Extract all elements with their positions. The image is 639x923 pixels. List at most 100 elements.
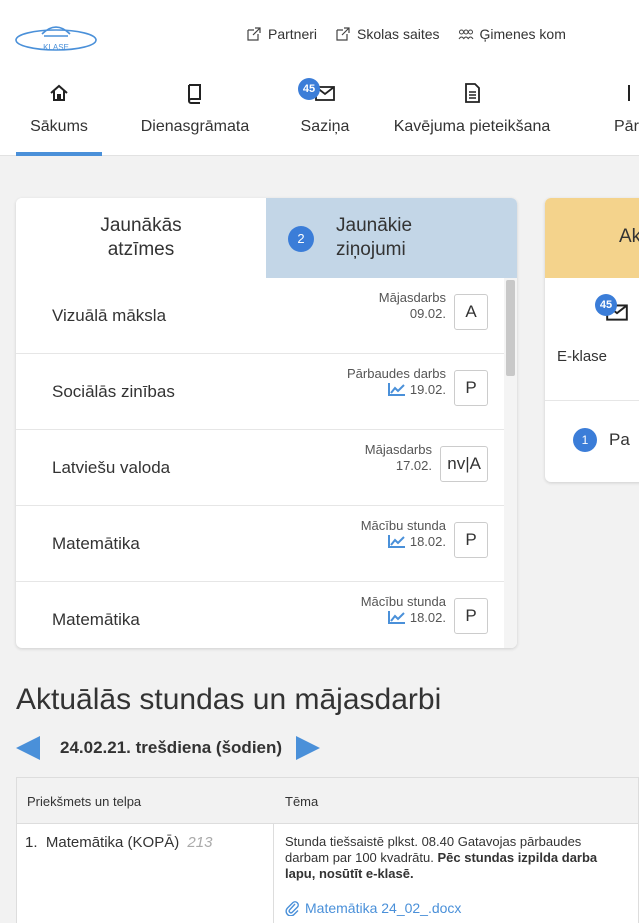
mark-row[interactable]: Vizuālā māksla Mājasdarbs 09.02. A	[16, 278, 504, 354]
svg-text:KLASE: KLASE	[43, 43, 69, 52]
nav-diary[interactable]: Dienasgrāmata	[130, 72, 260, 156]
school-links-link[interactable]: Skolas saites	[335, 26, 440, 42]
mark-date: 18.02.	[409, 610, 446, 625]
family-icon	[458, 29, 473, 40]
mark-grade[interactable]: P	[454, 598, 488, 634]
mark-subject: Matemātika	[52, 534, 140, 553]
attachment-link[interactable]: Matemātika 24_02_.docx	[285, 900, 461, 916]
table-row: 1. Matemātika (KOPĀ) 213 Stunda tiešsais…	[17, 824, 638, 923]
messages-count-badge: 2	[288, 226, 314, 252]
top-links: Partneri Skolas saites Ģimenes kom	[246, 26, 566, 42]
tab-latest-messages[interactable]: 2 Jaunākie ziņojumi	[266, 198, 517, 278]
current-date-label: 24.02.21. trešdiena (šodien)	[60, 738, 283, 757]
mark-meta: Mājasdarbs 09.02.	[379, 290, 446, 322]
main-nav: Sākums Dienasgrāmata 45 Saziņa Kavējuma …	[0, 72, 639, 156]
mark-date: 17.02.	[395, 458, 432, 473]
family-link-label: Ģimenes kom	[479, 26, 566, 42]
mark-row[interactable]: Latviešu valoda Mājasdarbs 17.02. nv|A	[16, 430, 504, 506]
mark-meta: Pārbaudes darbs 19.02.	[347, 366, 446, 398]
eklase-label: E-klase	[557, 348, 608, 365]
next-day-arrow-icon[interactable]	[296, 736, 321, 760]
nav-more-label: Pār	[614, 118, 639, 135]
divider	[545, 400, 639, 401]
mark-date: 09.02.	[409, 306, 446, 321]
trend-chart-icon[interactable]	[387, 610, 406, 624]
partners-link-label: Partneri	[268, 26, 318, 42]
nav-communication-label: Saziņa	[300, 118, 350, 135]
mark-grade[interactable]: P	[454, 370, 488, 406]
document-icon	[465, 83, 480, 103]
unread-badge: 45	[298, 78, 320, 100]
mark-grade[interactable]: A	[454, 294, 488, 330]
date-navigator: 24.02.21. trešdiena (šodien)	[16, 733, 321, 763]
mark-subject: Vizuālā māksla	[52, 306, 167, 325]
mark-subject: Matemātika	[52, 610, 140, 629]
table-header: Priekšmets un telpa Tēma	[17, 778, 638, 824]
paperclip-icon	[285, 901, 299, 916]
mark-grade[interactable]: nv|A	[440, 446, 488, 482]
external-link-icon	[336, 27, 350, 41]
mark-subject: Latviešu valoda	[52, 458, 171, 477]
nav-more[interactable]: Pār	[614, 72, 639, 156]
mark-type: Mājasdarbs	[378, 290, 446, 305]
nav-home[interactable]: Sākums	[16, 72, 102, 156]
nav-diary-label: Dienasgrāmata	[140, 118, 250, 135]
header-subject-room: Priekšmets un telpa	[27, 794, 142, 809]
mark-type: Pārbaudes darbs	[346, 366, 446, 381]
marks-list: Vizuālā māksla Mājasdarbs 09.02. A Sociā…	[16, 278, 504, 648]
lesson-subject: 1. Matemātika (KOPĀ) 213	[25, 834, 212, 851]
mark-meta: Mācību stunda 18.02.	[361, 518, 446, 550]
external-link-icon	[247, 27, 261, 41]
tab-latest-marks-line2: atzīmes	[107, 239, 175, 260]
trend-chart-icon[interactable]	[387, 534, 406, 548]
tab-latest-marks[interactable]: Jaunākās atzīmes	[16, 198, 266, 278]
marks-card: Jaunākās atzīmes 2 Jaunākie ziņojumi Viz…	[16, 198, 517, 648]
home-icon	[50, 84, 68, 101]
scrollbar-thumb[interactable]	[506, 280, 515, 376]
mark-type: Mācību stunda	[360, 594, 446, 609]
mark-date: 18.02.	[409, 534, 446, 549]
card-tabs: Jaunākās atzīmes 2 Jaunākie ziņojumi	[16, 198, 517, 278]
mark-row[interactable]: Sociālās zinības Pārbaudes darbs 19.02. …	[16, 354, 504, 430]
mark-row[interactable]: Matemātika Mācību stunda 18.02. P	[16, 582, 504, 648]
current-item-text[interactable]: Pa	[609, 430, 630, 450]
mark-meta: Mājasdarbs 17.02.	[365, 442, 432, 474]
nav-absence[interactable]: Kavējuma pieteikšana	[378, 72, 566, 156]
klase-logo[interactable]: KLASE	[14, 22, 98, 54]
trend-chart-icon[interactable]	[387, 382, 406, 396]
lessons-table: Priekšmets un telpa Tēma 1. Matemātika (…	[16, 777, 639, 923]
nav-communication[interactable]: 45 Saziņa	[296, 72, 354, 156]
lessons-section-title: Aktuālās stundas un mājasdarbi	[16, 683, 442, 716]
book-icon	[188, 84, 201, 104]
lesson-topic: Stunda tiešsaistē plkst. 08.40 Gatavojas…	[285, 834, 625, 882]
mark-grade[interactable]: P	[454, 522, 488, 558]
mark-type: Mājasdarbs	[364, 442, 432, 457]
tab-latest-marks-line1: Jaunākās	[100, 215, 182, 236]
previous-day-arrow-icon[interactable]	[16, 736, 40, 760]
current-card-title: Ak	[545, 198, 639, 278]
lesson-number: 1.	[25, 834, 38, 851]
nav-absence-label: Kavējuma pieteikšana	[393, 118, 551, 135]
mark-type: Mācību stunda	[360, 518, 446, 533]
eklase-unread-badge: 45	[595, 294, 617, 316]
family-link[interactable]: Ģimenes kom	[458, 26, 566, 42]
marks-scrollbar[interactable]	[504, 278, 517, 648]
current-card: Ak 45 E-klase 1 Pa	[545, 198, 639, 482]
school-links-label: Skolas saites	[357, 26, 440, 42]
mark-date: 19.02.	[409, 382, 446, 397]
tab-latest-messages-line1: Jaunākie	[336, 215, 413, 236]
top-bar: KLASE Partneri Skolas saites Ģimenes kom	[0, 0, 639, 72]
nav-home-label: Sākums	[30, 118, 88, 135]
active-tab-underline	[16, 152, 102, 156]
partners-link[interactable]: Partneri	[246, 26, 317, 42]
attachment-filename: Matemātika 24_02_.docx	[305, 900, 462, 916]
more-icon	[628, 85, 630, 101]
lesson-room: 213	[187, 834, 213, 851]
mark-subject: Sociālās zinības	[52, 382, 175, 401]
mark-meta: Mācību stunda 18.02.	[361, 594, 446, 626]
lesson-subject-name: Matemātika (KOPĀ)	[45, 834, 180, 851]
header-topic: Tēma	[285, 794, 319, 809]
tab-latest-messages-line2: ziņojumi	[336, 239, 406, 260]
mark-row[interactable]: Matemātika Mācību stunda 18.02. P	[16, 506, 504, 582]
item-count-badge: 1	[573, 428, 597, 452]
